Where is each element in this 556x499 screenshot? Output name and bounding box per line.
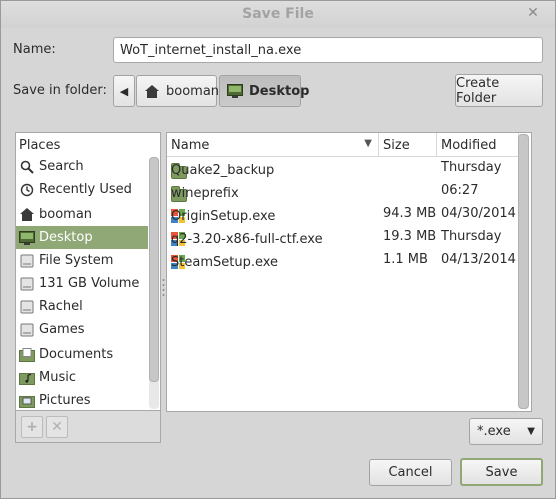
documents-icon [19, 347, 35, 363]
search-icon [19, 159, 35, 175]
place-label: 131 GB Volume [39, 276, 140, 291]
home-icon [19, 207, 35, 223]
file-modified: 06:27 [441, 183, 479, 198]
place-music[interactable]: Music [16, 366, 148, 389]
place-pictures[interactable]: Pictures [16, 389, 148, 410]
column-name-label: Name [171, 138, 210, 153]
file-name: OriginSetup.exe [171, 209, 276, 224]
places-header[interactable]: Places [15, 132, 161, 156]
remove-bookmark-button[interactable]: ✕ [46, 416, 68, 438]
place-label: Pictures [39, 393, 91, 408]
desktop-icon [19, 230, 35, 246]
place-desktop[interactable]: Desktop [16, 226, 148, 249]
file-name: SteamSetup.exe [171, 255, 279, 270]
file-row[interactable]: Quake2_backup Thursday [167, 156, 519, 179]
path-button-desktop[interactable]: Desktop [219, 75, 309, 107]
name-label: Name: [13, 42, 56, 57]
file-modified: Thursday [441, 229, 502, 244]
place-label: Documents [39, 347, 114, 362]
file-size: 94.3 MB [383, 206, 437, 221]
file-row[interactable]: q2-3.20-x86-full-ctf.exe 19.3 MB Thursda… [167, 225, 519, 248]
path-back-button[interactable]: ◀ [113, 75, 135, 107]
filter-value: *.exe [477, 424, 511, 439]
place-label: Games [39, 322, 85, 337]
save-file-dialog: Save File ✕ Name: Save in folder: ◀ boom… [0, 0, 556, 499]
desktop-icon [227, 83, 243, 99]
path-label-desktop: Desktop [249, 83, 310, 99]
create-folder-button[interactable]: Create Folder [455, 74, 543, 107]
save-in-folder-label: Save in folder: [13, 83, 107, 98]
file-list: Name ▼ Size Modified Quake2_backup Thurs… [166, 132, 532, 412]
titlebar: Save File ✕ [1, 1, 555, 28]
place-label: booman [39, 207, 93, 222]
add-bookmark-button[interactable]: + [21, 416, 43, 438]
file-modified: 04/30/2014 [441, 206, 516, 221]
place-search[interactable]: Search [16, 155, 148, 178]
file-modified: Thursday [441, 160, 502, 175]
place-recently-used[interactable]: Recently Used [16, 178, 148, 201]
place-documents[interactable]: Documents [16, 343, 148, 366]
path-button-home[interactable]: booman [136, 75, 220, 107]
place-label: File System [39, 253, 114, 268]
path-label-home: booman [166, 83, 220, 99]
music-icon [19, 370, 35, 386]
drive-icon [19, 253, 35, 269]
sort-arrow-icon: ▼ [364, 138, 372, 149]
place-label: Music [39, 370, 76, 385]
remove-icon: ✕ [51, 419, 63, 435]
drive-icon [19, 276, 35, 292]
file-type-filter-select[interactable]: *.exe ▼ [469, 418, 543, 445]
plus-icon: + [26, 419, 38, 435]
place-home[interactable]: booman [16, 203, 148, 226]
place-rachel[interactable]: Rachel [16, 295, 148, 318]
drive-icon [19, 299, 35, 315]
place-label: Desktop [39, 230, 93, 245]
file-row[interactable]: SteamSetup.exe 1.1 MB 04/13/2014 [167, 248, 519, 271]
places-toolbar: + ✕ [15, 411, 161, 443]
save-button[interactable]: Save [460, 458, 543, 486]
place-label: Recently Used [39, 182, 132, 197]
dialog-title: Save File [242, 6, 314, 22]
drive-icon [19, 322, 35, 338]
file-row[interactable]: OriginSetup.exe 94.3 MB 04/30/2014 [167, 202, 519, 225]
place-131gb-volume[interactable]: 131 GB Volume [16, 272, 148, 295]
places-scrollbar[interactable] [149, 157, 159, 409]
file-size: 19.3 MB [383, 229, 437, 244]
place-label: Search [39, 159, 84, 174]
place-games[interactable]: Games [16, 318, 148, 341]
filename-input[interactable] [113, 37, 543, 63]
file-modified: 04/13/2014 [441, 252, 516, 267]
file-name: Quake2_backup [171, 163, 275, 178]
column-header-modified[interactable]: Modified [437, 133, 519, 157]
place-label: Rachel [39, 299, 83, 314]
pane-splitter-handle[interactable] [162, 277, 165, 299]
chevron-down-icon: ▼ [527, 426, 535, 437]
triangle-left-icon: ◀ [119, 84, 129, 98]
recent-icon [19, 182, 35, 198]
pictures-icon [19, 393, 35, 409]
file-list-scrollbar[interactable] [518, 134, 529, 409]
file-size: 1.1 MB [383, 252, 428, 267]
file-name: q2-3.20-x86-full-ctf.exe [171, 232, 323, 247]
place-file-system[interactable]: File System [16, 249, 148, 272]
cancel-button[interactable]: Cancel [369, 459, 452, 486]
places-scrollbar-thumb[interactable] [149, 157, 159, 382]
column-header-name[interactable]: Name ▼ [167, 133, 379, 157]
home-icon [144, 83, 160, 99]
places-list: Search Recently Used booman Desktop File… [15, 155, 161, 411]
column-header-size[interactable]: Size [379, 133, 437, 157]
close-icon[interactable]: ✕ [525, 5, 541, 21]
file-list-scrollbar-thumb[interactable] [518, 134, 529, 409]
file-row[interactable]: wineprefix 06:27 [167, 179, 519, 202]
file-name: wineprefix [171, 186, 239, 201]
